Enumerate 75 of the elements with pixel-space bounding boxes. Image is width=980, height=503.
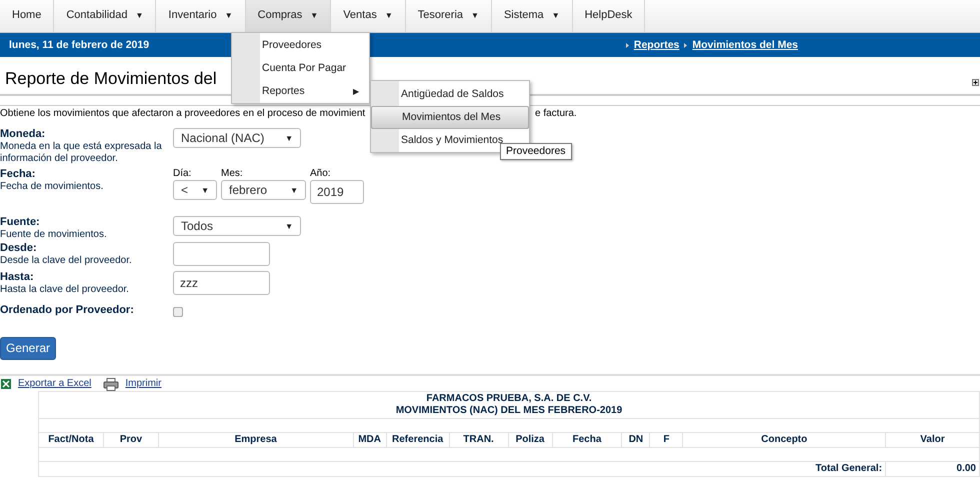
column-header: MDA	[353, 432, 386, 448]
print-link[interactable]: Imprimir	[125, 378, 162, 390]
field-label: Fuente:	[0, 216, 40, 228]
nav-menu-item[interactable]: HelpDesk	[572, 0, 646, 32]
report-company: FARMACOS PRUEBA, S.A. DE C.V.	[425, 392, 593, 405]
field-label: Día:	[173, 168, 192, 180]
field-label: Ordenado por Proveedor:	[0, 304, 134, 316]
caret-icon: ▼	[310, 11, 318, 21]
nav-menu-item[interactable]: Compras ▼	[246, 0, 332, 32]
bullet-icon	[683, 42, 688, 48]
caret-icon: ▼	[285, 222, 293, 232]
input-field[interactable]	[173, 242, 270, 266]
column-header: Referencia	[386, 432, 450, 448]
menu-item[interactable]: Proveedores	[232, 34, 369, 57]
select-field[interactable]: Nacional (NAC) ▼	[173, 128, 301, 148]
field-label: Moneda:	[0, 128, 46, 140]
field-hint: Desde la clave del proveedor.	[0, 255, 132, 266]
spreadsheet-icon[interactable]	[0, 378, 12, 390]
select-field[interactable]: < ▼	[173, 180, 217, 200]
column-header: TRAN.	[449, 432, 508, 448]
select-field[interactable]: febrero ▼	[221, 180, 306, 200]
checkbox[interactable]	[173, 307, 183, 318]
generate-button[interactable]: Generar	[0, 337, 56, 360]
column-header: Prov	[103, 432, 158, 448]
export-link[interactable]: Exportar a Excel	[18, 378, 92, 390]
bullet-icon	[624, 42, 630, 48]
menu-item[interactable]: Antigüedad de Saldos	[371, 83, 529, 106]
caret-icon: ▼	[201, 186, 209, 196]
column-header: Poliza	[508, 432, 552, 448]
breadcrumb-link[interactable]: Movimientos del Mes	[692, 38, 798, 52]
field-label: Año:	[310, 168, 332, 180]
submenu-arrow-icon: ▶	[353, 86, 359, 96]
report-subtitle: MOVIMIENTOS (NAC) DEL MES FEBRERO-2019	[394, 404, 624, 417]
breadcrumb-link[interactable]: Reportes	[634, 38, 680, 52]
caret-icon: ▼	[136, 11, 144, 21]
caret-icon: ▼	[552, 11, 560, 21]
field-label: Mes:	[221, 168, 244, 180]
menu-item[interactable]: Movimientos del Mes	[371, 106, 529, 129]
description-text: Obtiene los movimientos que afectaron a proveedores en el proceso de movimient	[0, 108, 366, 120]
caret-icon: ▼	[471, 11, 479, 21]
caret-icon: ▼	[384, 11, 393, 21]
input-field[interactable]: 2019	[310, 180, 364, 204]
caret-icon: ▼	[290, 186, 298, 196]
printer-icon[interactable]	[103, 378, 120, 391]
nav-menu-item[interactable]: Sistema ▼	[492, 0, 573, 32]
field-label: Fecha:	[0, 168, 36, 180]
current-date: lunes, 11 de febrero de 2019	[9, 38, 150, 52]
select-field[interactable]: Todos ▼	[173, 216, 301, 236]
field-label: Desde:	[0, 242, 37, 254]
field-label: Hasta:	[0, 271, 34, 284]
input-field[interactable]: zzz	[173, 271, 270, 296]
total-value: 0.00	[956, 462, 976, 474]
column-header: Valor	[886, 432, 980, 448]
nav-menu-item[interactable]: Contabilidad ▼	[54, 0, 156, 32]
expand-icon[interactable]	[972, 79, 979, 86]
column-header: Empresa	[158, 432, 354, 448]
tooltip: Proveedores	[500, 143, 572, 160]
column-header: DN	[622, 432, 650, 448]
menu-item[interactable]: Cuenta Por Pagar	[232, 57, 369, 80]
menu-item[interactable]: Reportes ▶	[232, 80, 369, 103]
field-hint: Moneda en la que está expresada la información del proveedor.	[0, 141, 162, 164]
column-header: F	[650, 432, 683, 448]
description-text: e factura.	[535, 108, 577, 120]
caret-icon: ▼	[285, 134, 293, 144]
field-hint: Fuente de movimientos.	[0, 229, 107, 240]
total-label: Total General:	[816, 462, 882, 474]
column-header: Fact/Nota	[38, 432, 104, 448]
column-header: Fecha	[552, 432, 622, 448]
nav-menu-item[interactable]: Home	[0, 0, 54, 32]
caret-icon: ▼	[224, 11, 233, 21]
nav-menu-item[interactable]: Tesoreria ▼	[406, 0, 492, 32]
field-hint: Hasta la clave del proveedor.	[0, 284, 129, 296]
column-header: Concepto	[682, 432, 886, 448]
page-title: Reporte de Movimientos del	[4, 68, 218, 90]
field-hint: Fecha de movimientos.	[0, 181, 104, 192]
